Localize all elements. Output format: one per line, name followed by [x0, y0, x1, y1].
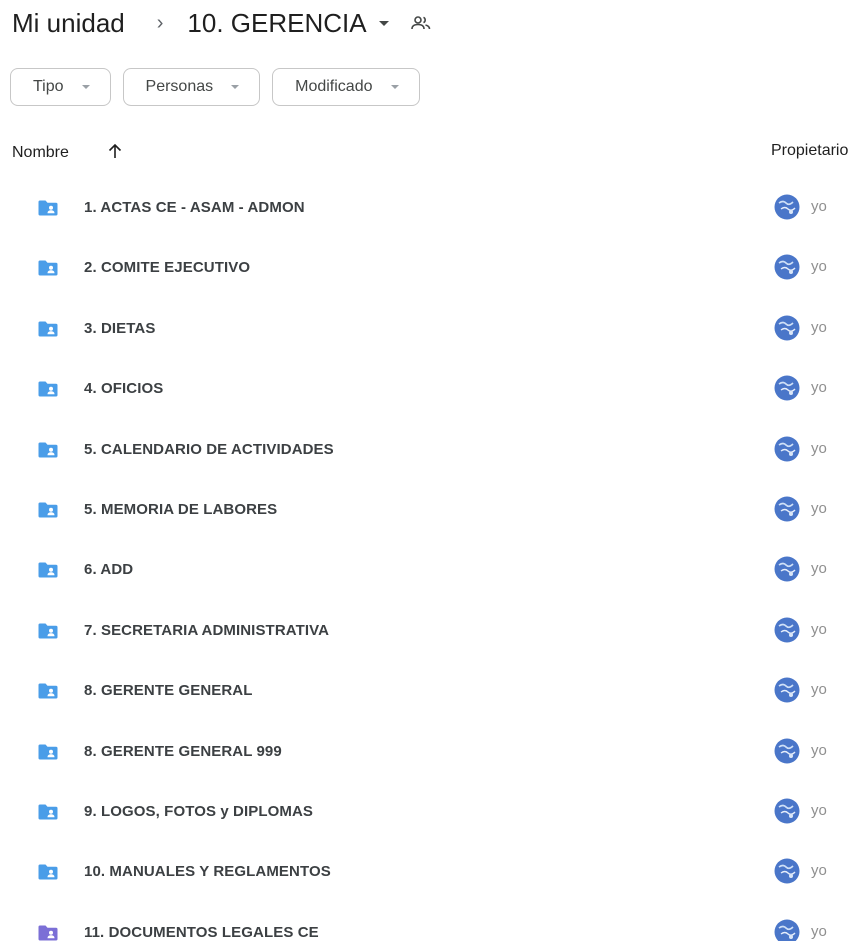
owner-avatar	[774, 496, 800, 522]
chevron-down-icon	[390, 85, 399, 89]
shared-people-icon	[410, 15, 431, 31]
list-item[interactable]: 7. SECRETARIA ADMINISTRATIVA yo	[0, 600, 864, 660]
list-header: Nombre Propietario	[0, 136, 864, 172]
filter-modified-chip[interactable]: Modificado	[272, 68, 420, 106]
shared-folder-icon	[37, 682, 59, 705]
shared-folder-icon	[37, 803, 59, 826]
folder-name: 1. ACTAS CE - ASAM - ADMON	[84, 199, 305, 216]
folder-name: 7. SECRETARIA ADMINISTRATIVA	[84, 621, 330, 639]
owner-avatar	[774, 254, 800, 280]
shared-folder-icon	[37, 743, 59, 766]
owner-label: yo	[811, 801, 827, 819]
chevron-down-icon	[231, 85, 240, 89]
folder-name: 8. GERENTE GENERAL 999	[84, 742, 282, 760]
owner-avatar	[774, 738, 800, 764]
file-list: 1. ACTAS CE - ASAM - ADMON yo 2. COMITE EJ…	[0, 177, 864, 941]
list-item[interactable]: 9. LOGOS, FOTOS y DIPLOMAS yo	[0, 781, 864, 841]
list-item[interactable]: 5. MEMORIA DE LABORES yo	[0, 479, 864, 539]
list-item[interactable]: 10. MANUALES Y REGLAMENTOS yo	[0, 841, 864, 901]
owner-avatar	[774, 858, 800, 884]
list-item[interactable]: 4. OFICIOS yo	[0, 358, 864, 418]
filter-type-label: Tipo	[33, 78, 64, 95]
filter-type-chip[interactable]: Tipo	[10, 68, 111, 106]
arrow-up-icon[interactable]	[108, 143, 122, 164]
owner-label: yo	[811, 560, 827, 578]
folder-name: 8. GERENTE GENERAL	[84, 682, 253, 700]
owner-label: yo	[811, 198, 827, 215]
owner-label: yo	[811, 318, 827, 336]
list-item[interactable]: 2. COMITE EJECUTIVO yo	[0, 237, 864, 297]
shared-folder-icon	[37, 380, 59, 403]
owner-avatar	[774, 315, 800, 341]
shared-folder-icon	[37, 501, 59, 524]
shared-folder-icon	[37, 622, 59, 645]
owner-label: yo	[811, 620, 827, 638]
breadcrumb: Mi unidad › 10. GERENCIA	[10, 4, 431, 42]
owner-avatar	[774, 617, 800, 643]
current-folder-title: 10. GERENCIA	[187, 7, 367, 38]
owner-avatar	[774, 436, 800, 462]
shared-folder-icon	[37, 259, 59, 282]
owner-label: yo	[811, 681, 827, 699]
list-item[interactable]: 3. DIETAS yo	[0, 298, 864, 358]
list-item[interactable]: 11. DOCUMENTOS LEGALES CE yo	[0, 902, 864, 941]
shared-folder-icon	[37, 924, 59, 941]
breadcrumb-separator: ›	[156, 11, 164, 34]
owner-avatar	[774, 677, 800, 703]
folder-name: 2. COMITE EJECUTIVO	[84, 259, 251, 277]
list-item[interactable]: 6. ADD yo	[0, 539, 864, 599]
list-item[interactable]: 8. GERENTE GENERAL yo	[0, 660, 864, 720]
breadcrumb-current-folder[interactable]: 10. GERENCIA	[187, 7, 389, 39]
list-item[interactable]: 1. ACTAS CE - ASAM - ADMON yo	[0, 177, 864, 237]
column-header-name[interactable]: Nombre	[12, 144, 69, 162]
list-item[interactable]: 5. CALENDARIO DE ACTIVIDADES yo	[0, 419, 864, 479]
owner-avatar	[774, 375, 800, 401]
list-item[interactable]: 8. GERENTE GENERAL 999 yo	[0, 721, 864, 781]
shared-folder-icon	[37, 199, 59, 222]
shared-folder-icon	[37, 320, 59, 343]
folder-name: 11. DOCUMENTOS LEGALES CE	[84, 923, 319, 941]
drive-folder-view: Mi unidad › 10. GERENCIA Tipo Personas M…	[0, 0, 864, 941]
shared-folder-icon	[37, 441, 59, 464]
folder-name: 5. CALENDARIO DE ACTIVIDADES	[84, 440, 334, 458]
owner-label: yo	[811, 922, 827, 940]
filter-people-chip[interactable]: Personas	[122, 68, 261, 106]
owner-avatar	[774, 194, 800, 220]
owner-avatar	[774, 919, 800, 941]
breadcrumb-root[interactable]: Mi unidad	[10, 8, 127, 39]
folder-name: 5. MEMORIA DE LABORES	[84, 500, 278, 518]
caret-down-icon	[378, 20, 389, 26]
owner-label: yo	[811, 439, 827, 457]
folder-name: 9. LOGOS, FOTOS y DIPLOMAS	[84, 802, 314, 820]
folder-name: 6. ADD	[84, 561, 134, 579]
shared-folder-icon	[37, 863, 59, 886]
chevron-down-icon	[81, 85, 90, 89]
folder-name: 10. MANUALES Y REGLAMENTOS	[84, 863, 331, 881]
filter-chips: Tipo Personas Modificado	[10, 68, 420, 106]
folder-name: 4. OFICIOS	[84, 380, 164, 398]
owner-avatar	[774, 798, 800, 824]
owner-label: yo	[811, 499, 827, 517]
folder-name: 3. DIETAS	[84, 319, 156, 337]
owner-label: yo	[811, 741, 827, 759]
shared-folder-icon	[37, 561, 59, 584]
column-header-owner[interactable]: Propietario	[771, 142, 848, 160]
owner-label: yo	[811, 258, 827, 276]
filter-people-label: Personas	[145, 78, 214, 95]
filter-modified-label: Modificado	[295, 78, 373, 95]
owner-label: yo	[811, 862, 827, 880]
owner-label: yo	[811, 379, 827, 397]
owner-avatar	[774, 556, 800, 582]
